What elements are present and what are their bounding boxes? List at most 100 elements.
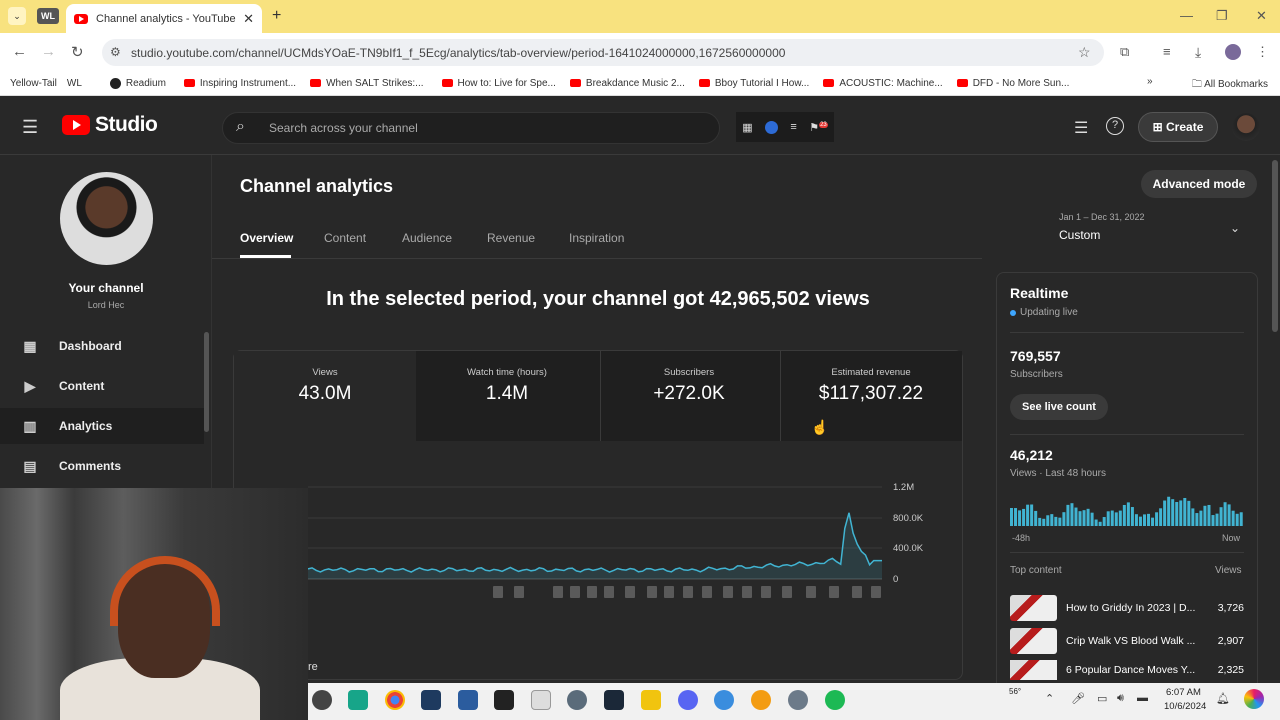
menu-kebab-icon[interactable]: ⋮	[1256, 44, 1269, 60]
bookmark-item[interactable]: Bboy Tutorial I How...	[698, 78, 809, 89]
channel-avatar[interactable]	[60, 172, 153, 265]
bookmark-item[interactable]: When SALT Strikes:...	[310, 78, 424, 89]
browser-icon[interactable]	[714, 690, 734, 710]
clock-time[interactable]: 6:07 AM	[1166, 687, 1201, 698]
app-icon[interactable]	[348, 690, 368, 710]
steam-icon[interactable]	[604, 690, 624, 710]
bookmark-item[interactable]: Inspiring Instrument...	[183, 78, 296, 89]
bookmark-item[interactable]: WL	[67, 78, 82, 89]
realtime-bar	[1227, 504, 1231, 526]
extension-blue-icon[interactable]	[764, 120, 778, 134]
extension-icons: ▦ ≡ ⚑23	[736, 112, 834, 142]
divider	[1010, 332, 1244, 333]
search-input[interactable]: Search across your channel	[269, 121, 418, 135]
media-icon[interactable]: ≡	[1163, 44, 1171, 59]
notification-bell-icon[interactable]: 🔔︎	[1216, 692, 1230, 705]
capcut-icon[interactable]	[494, 690, 514, 710]
sidebar-scrollbar[interactable]	[204, 332, 209, 432]
bookmark-star-icon[interactable]: ☆	[1078, 44, 1091, 61]
sticky-notes-icon[interactable]	[641, 690, 661, 710]
new-tab-icon[interactable]: +	[272, 7, 281, 25]
browser-tab-active[interactable]: Channel analytics - YouTube Studio ✕	[66, 4, 262, 33]
download-icon[interactable]: ⤓	[1195, 44, 1201, 61]
microphone-icon[interactable]: 🎤︎	[1071, 692, 1085, 705]
bookmark-item[interactable]: Readium	[109, 77, 166, 89]
battery-icon[interactable]: ▬	[1137, 692, 1148, 704]
youtube-logo-icon[interactable]	[62, 115, 90, 135]
hamburger-menu-icon[interactable]: ☰	[22, 117, 38, 138]
spotify-icon[interactable]	[825, 690, 845, 710]
more-link-fragment[interactable]: re	[308, 661, 318, 673]
tab-overview[interactable]: Overview	[240, 231, 293, 245]
thunder-icon[interactable]	[751, 690, 771, 710]
feedback-icon[interactable]: ☰	[1074, 118, 1088, 138]
chrome-icon[interactable]	[385, 690, 405, 710]
extensions-icon[interactable]: ⧉	[1120, 44, 1129, 60]
realtime-bar-chart[interactable]	[1010, 490, 1244, 526]
reload-icon[interactable]: ↻	[71, 43, 84, 61]
maximize-icon[interactable]: ❐	[1216, 8, 1228, 24]
network-icon[interactable]: ▭	[1097, 692, 1107, 705]
views-chart[interactable]: 1.2M 800.0K 400.0K 0	[300, 475, 940, 605]
realtime-bar	[1110, 510, 1114, 526]
top-content-row[interactable]: How to Griddy In 2023 | D... 3,726	[1010, 594, 1244, 622]
back-icon[interactable]: ←	[12, 43, 27, 60]
window-close-icon[interactable]: ✕	[1256, 8, 1267, 24]
sidebar-item-dashboard[interactable]: ▦ Dashboard	[0, 328, 204, 364]
calendar-icon[interactable]	[531, 690, 551, 710]
settings-icon[interactable]	[788, 690, 808, 710]
site-info-icon[interactable]: ⚙	[110, 45, 121, 59]
bookmark-item[interactable]: DFD - No More Sun...	[956, 78, 1069, 89]
tab-search-icon[interactable]: ⌄	[8, 7, 26, 25]
metric-views[interactable]: Views 43.0M	[234, 351, 416, 441]
close-tab-icon[interactable]: ✕	[243, 11, 254, 27]
copilot-icon[interactable]	[1244, 689, 1264, 709]
sidebar-item-content[interactable]: ▶ Content	[0, 368, 204, 404]
vegas-icon[interactable]	[421, 690, 441, 710]
globe-icon[interactable]	[567, 690, 587, 710]
metric-watch-time[interactable]: Watch time (hours) 1.4M	[416, 351, 598, 441]
studio-logo-text[interactable]: Studio	[95, 113, 158, 137]
tab-inspiration[interactable]: Inspiration	[569, 231, 624, 245]
tab-revenue[interactable]: Revenue	[487, 231, 535, 245]
tray-chevron-icon[interactable]: ⌃	[1045, 692, 1054, 705]
minimize-icon[interactable]: —	[1180, 8, 1193, 23]
see-live-count-button[interactable]: See live count	[1010, 394, 1108, 420]
metric-revenue[interactable]: Estimated revenue $117,307.22	[780, 351, 962, 441]
clock-date[interactable]: 10/6/2024	[1164, 701, 1206, 712]
sidebar-item-comments[interactable]: ▤ Comments	[0, 448, 204, 484]
tab-content[interactable]: Content	[324, 231, 366, 245]
bookmark-item[interactable]: Yellow-Tail	[10, 78, 57, 89]
account-avatar[interactable]	[1232, 113, 1260, 141]
bookmark-item[interactable]: ACOUSTIC: Machine...	[823, 78, 943, 89]
profile-icon[interactable]	[1225, 44, 1241, 60]
create-button[interactable]: ⊞ Create	[1138, 112, 1218, 142]
bookmark-item[interactable]: Breakdance Music 2...	[569, 78, 685, 89]
top-content-row[interactable]: Crip Walk VS Blood Walk ... 2,907	[1010, 627, 1244, 655]
app-icon[interactable]	[312, 690, 332, 710]
tab-audience[interactable]: Audience	[402, 231, 452, 245]
volume-icon[interactable]: 🔊︎	[1117, 692, 1124, 705]
realtime-bar	[1130, 507, 1134, 526]
forward-icon[interactable]: →	[41, 43, 56, 60]
help-icon[interactable]: ?	[1106, 117, 1124, 135]
sidebar-item-analytics[interactable]: ▥ Analytics	[0, 408, 204, 444]
weather-temp[interactable]: 56°	[1009, 687, 1021, 696]
page-scrollbar[interactable]	[1272, 160, 1278, 332]
grid-icon[interactable]: ▦	[742, 121, 752, 134]
top-content-row[interactable]: 6 Popular Dance Moves Y... 2,325	[1010, 660, 1244, 680]
date-range-text[interactable]: Jan 1 – Dec 31, 2022	[1059, 212, 1145, 222]
photoshop-icon[interactable]	[458, 690, 478, 710]
tab-group-label[interactable]: WL	[37, 8, 59, 24]
metric-subscribers[interactable]: Subscribers +272.0K	[598, 351, 780, 441]
date-preset[interactable]: Custom	[1059, 228, 1100, 242]
bookmark-item[interactable]: How to: Live for Spe...	[441, 78, 556, 89]
all-bookmarks[interactable]: 🗀 All Bookmarks	[1192, 77, 1268, 94]
more-bookmarks-icon[interactable]: »	[1147, 76, 1153, 87]
extension-badge-icon[interactable]: ⚑23	[809, 121, 828, 134]
discord-icon[interactable]	[678, 690, 698, 710]
chevron-down-icon[interactable]: ⌄	[1230, 221, 1240, 235]
youtube-icon	[823, 79, 835, 87]
list-icon[interactable]: ≡	[790, 121, 796, 133]
advanced-mode-button[interactable]: Advanced mode	[1141, 170, 1257, 198]
